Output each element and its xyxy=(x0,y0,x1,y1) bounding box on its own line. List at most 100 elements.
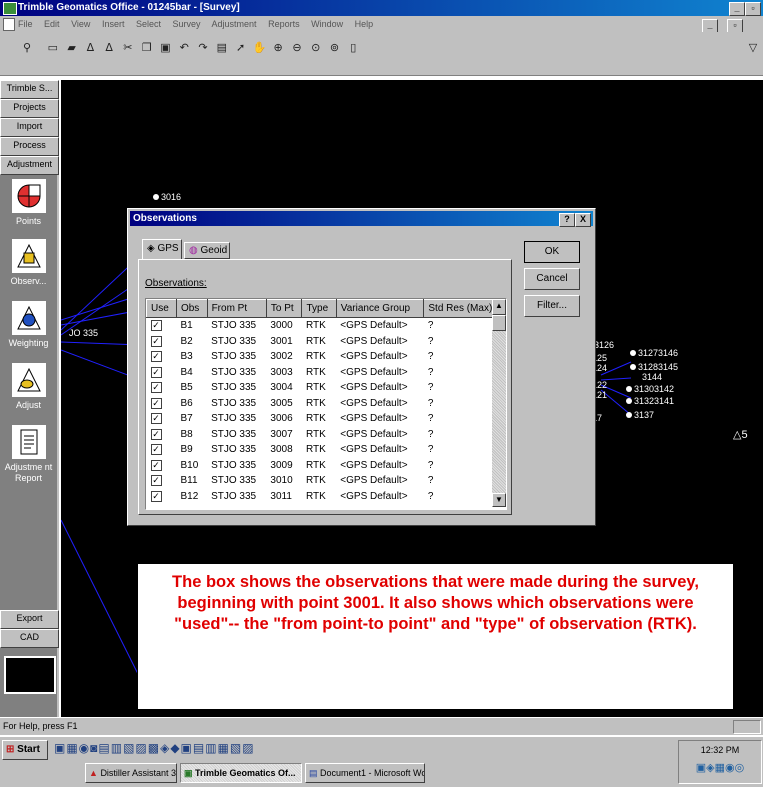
col-obs[interactable]: Obs xyxy=(175,299,208,318)
task-trimble[interactable]: ▣ Trimble Geomatics Of... xyxy=(180,763,302,783)
zoom-window-icon[interactable]: ⊚ xyxy=(328,41,342,55)
menu-file[interactable]: File xyxy=(18,19,33,29)
list-scrollbar[interactable]: ▲ ▼ xyxy=(492,299,506,507)
task-word[interactable]: ▤ Document1 - Microsoft Word xyxy=(305,763,425,783)
menu-insert[interactable]: Insert xyxy=(102,19,125,29)
sidebar-item-points[interactable]: Points xyxy=(0,179,57,235)
ok-button[interactable]: OK xyxy=(524,241,580,263)
filter-button[interactable]: Filter... xyxy=(524,295,580,317)
redo-icon[interactable]: ↷ xyxy=(196,41,210,55)
use-checkbox-box[interactable]: ✓ xyxy=(150,320,162,332)
use-checkbox-box[interactable]: ✓ xyxy=(150,444,162,456)
use-checkbox[interactable]: ✓ xyxy=(147,489,177,505)
use-checkbox[interactable]: ✓ xyxy=(147,411,177,427)
sidebar-tab-import[interactable]: Import xyxy=(0,118,59,137)
table-row[interactable]: ✓ B10 STJO 335 3009 RTK <GPS Default>? xyxy=(147,458,506,474)
use-checkbox-box[interactable]: ✓ xyxy=(150,475,162,487)
table-row[interactable]: ✓ B11 STJO 335 3010 RTK <GPS Default>? xyxy=(147,473,506,489)
col-variance-group[interactable]: Variance Group xyxy=(335,299,425,318)
use-checkbox[interactable]: ✓ xyxy=(147,427,177,443)
use-checkbox-box[interactable]: ✓ xyxy=(150,351,162,363)
sidebar-tab-adjustment[interactable]: Adjustment xyxy=(0,156,59,175)
properties-icon[interactable]: ▤ xyxy=(215,41,229,55)
survey-mode-icon[interactable]: ⚲ xyxy=(13,41,41,55)
zoom-extents-icon[interactable]: ⊙ xyxy=(309,41,323,55)
tab-gps[interactable]: ◈ GPS xyxy=(142,239,182,259)
cut-icon[interactable]: ✂ xyxy=(121,41,135,55)
scroll-up-button[interactable]: ▲ xyxy=(492,299,506,315)
select-arrow-icon[interactable]: ➚ xyxy=(234,41,248,55)
help-button[interactable]: ? xyxy=(559,213,575,227)
sidebar-tab-trimble-survey[interactable]: Trimble S... xyxy=(0,80,59,99)
menu-adjustment[interactable]: Adjustment xyxy=(212,19,257,29)
sidebar-item-adjustment-report[interactable]: Adjustme nt Report xyxy=(0,425,57,495)
use-checkbox[interactable]: ✓ xyxy=(147,349,177,365)
scroll-thumb[interactable] xyxy=(492,315,506,331)
layers-icon[interactable]: ▯ xyxy=(346,41,360,55)
tray-icons[interactable]: ▣◈▦◉◎ xyxy=(679,761,761,774)
table-row[interactable]: ✓ B8 STJO 335 3007 RTK <GPS Default>? xyxy=(147,427,506,443)
undo-icon[interactable]: ↶ xyxy=(177,41,191,55)
map-point-3132[interactable]: 31323141 xyxy=(626,396,674,406)
paste-icon[interactable]: ▣ xyxy=(158,41,172,55)
observations-list[interactable]: Use Obs From Pt To Pt Type Variance Grou… xyxy=(145,298,507,510)
map-point-3137[interactable]: 3137 xyxy=(626,410,654,420)
table-row[interactable]: ✓ B6 STJO 335 3005 RTK <GPS Default>? xyxy=(147,396,506,412)
scroll-down-button[interactable]: ▼ xyxy=(492,493,506,507)
use-checkbox[interactable]: ✓ xyxy=(147,442,177,458)
map-point-3144[interactable]: 3144 xyxy=(642,372,662,382)
cad-thumbnail[interactable] xyxy=(4,656,56,694)
save-all-icon[interactable]: ᐃ xyxy=(102,41,116,55)
doc-restore-button[interactable]: ▫ xyxy=(727,19,743,33)
menu-window[interactable]: Window xyxy=(311,19,343,29)
use-checkbox[interactable]: ✓ xyxy=(147,380,177,396)
minimize-button[interactable]: _ xyxy=(729,2,745,16)
use-checkbox-box[interactable]: ✓ xyxy=(150,397,162,409)
map-point-3128[interactable]: 31283145 xyxy=(630,362,678,372)
filter-icon[interactable]: ▽ xyxy=(746,41,760,55)
sidebar-tab-cad[interactable]: CAD xyxy=(0,629,59,648)
table-row[interactable]: ✓ B9 STJO 335 3008 RTK <GPS Default>? xyxy=(147,442,506,458)
map-point-3127[interactable]: 31273146 xyxy=(630,348,678,358)
col-use[interactable]: Use xyxy=(146,299,177,318)
col-type[interactable]: Type xyxy=(301,299,337,318)
table-row[interactable]: ✓ B3 STJO 335 3002 RTK <GPS Default>? xyxy=(147,349,506,365)
sidebar-item-observations[interactable]: Observ... xyxy=(0,239,57,297)
zoom-out-icon[interactable]: ⊖ xyxy=(290,41,304,55)
save-icon[interactable]: ᐃ xyxy=(83,41,97,55)
sidebar-tab-process[interactable]: Process xyxy=(0,137,59,156)
map-triangle-point[interactable]: △5 xyxy=(733,428,748,441)
open-file-icon[interactable]: ▰ xyxy=(65,41,79,55)
use-checkbox-box[interactable]: ✓ xyxy=(150,382,162,394)
sidebar-tab-export[interactable]: Export xyxy=(0,610,59,629)
menu-view[interactable]: View xyxy=(71,19,90,29)
use-checkbox-box[interactable]: ✓ xyxy=(150,366,162,378)
use-checkbox[interactable]: ✓ xyxy=(147,396,177,412)
cancel-button[interactable]: Cancel xyxy=(524,268,580,290)
use-checkbox-box[interactable]: ✓ xyxy=(150,459,162,471)
use-checkbox-box[interactable]: ✓ xyxy=(150,335,162,347)
use-checkbox[interactable]: ✓ xyxy=(147,365,177,381)
table-row[interactable]: ✓ B4 STJO 335 3003 RTK <GPS Default>? xyxy=(147,365,506,381)
col-to-pt[interactable]: To Pt xyxy=(265,299,303,318)
map-point-3016[interactable]: 3016 xyxy=(153,192,181,202)
table-row[interactable]: ✓ B1 STJO 335 3000 RTK <GPS Default>? xyxy=(147,318,506,334)
col-from-pt[interactable]: From Pt xyxy=(206,299,267,318)
menu-help[interactable]: Help xyxy=(355,19,374,29)
tab-geoid[interactable]: ◍ Geoid xyxy=(184,242,230,259)
sidebar-item-weighting[interactable]: Weighting xyxy=(0,301,57,359)
restore-button[interactable]: ▫ xyxy=(745,2,761,16)
use-checkbox-box[interactable]: ✓ xyxy=(150,490,162,502)
use-checkbox[interactable]: ✓ xyxy=(147,334,177,350)
table-row[interactable]: ✓ B12 STJO 335 3011 RTK <GPS Default>? xyxy=(147,489,506,505)
sidebar-item-adjust[interactable]: Adjust xyxy=(0,363,57,421)
zoom-in-icon[interactable]: ⊕ xyxy=(271,41,285,55)
clock[interactable]: 12:32 PM xyxy=(679,745,761,755)
use-checkbox[interactable]: ✓ xyxy=(147,458,177,474)
menu-edit[interactable]: Edit xyxy=(44,19,60,29)
doc-minimize-button[interactable]: _ xyxy=(702,19,718,33)
quick-launch-icons[interactable]: ▣▦◉◙▤▥▧▨▩◈◆▣▤▥▦▧▨ xyxy=(54,741,255,755)
pan-icon[interactable]: ✋ xyxy=(252,41,267,55)
menu-reports[interactable]: Reports xyxy=(268,19,300,29)
table-row[interactable]: ✓ B5 STJO 335 3004 RTK <GPS Default>? xyxy=(147,380,506,396)
